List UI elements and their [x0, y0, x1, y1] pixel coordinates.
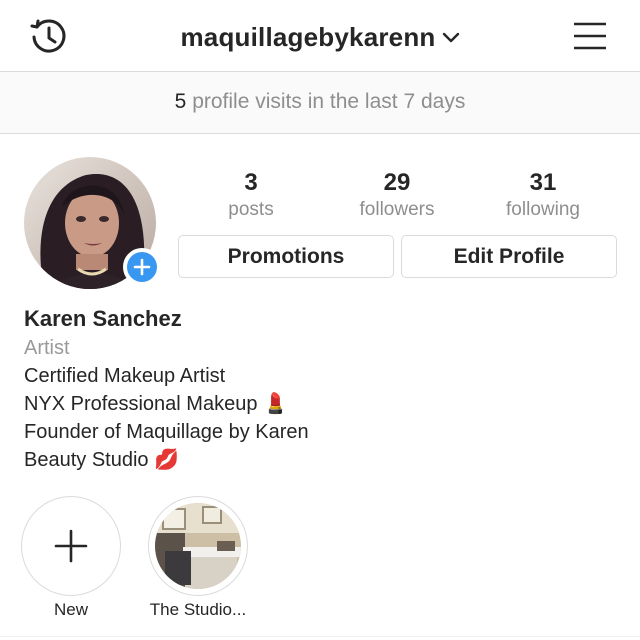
highlight-studio-circle[interactable]	[148, 496, 248, 596]
bio-line: Certified Makeup Artist	[24, 365, 226, 387]
profile-visits-banner[interactable]: 5 profile visits in the last 7 days	[0, 72, 640, 134]
bio-line: Beauty Studio 💋	[24, 449, 179, 471]
bio-line: Founder of Maquillage by Karen	[24, 421, 309, 443]
stat-following-label: following	[506, 199, 580, 220]
bio-line: NYX Professional Makeup 💄	[24, 393, 288, 415]
profile-visits-text: profile visits in the last 7 days	[186, 90, 466, 113]
bio-section: Karen Sanchez Artist Certified Makeup Ar…	[24, 304, 624, 474]
highlight-new-circle[interactable]	[21, 496, 121, 596]
studio-photo	[155, 503, 241, 589]
profile-name: Karen Sanchez	[24, 306, 182, 331]
hamburger-menu-icon[interactable]	[570, 18, 610, 54]
add-story-button[interactable]	[123, 248, 161, 286]
profile-visits-count: 5	[174, 90, 187, 113]
highlight-the-studio[interactable]: The Studio...	[148, 496, 248, 619]
plus-icon	[133, 258, 151, 276]
top-bar: maquillagebykarenn	[0, 0, 640, 72]
highlight-label: The Studio...	[149, 600, 247, 619]
stat-posts-label: posts	[228, 199, 274, 220]
edit-profile-button[interactable]: Edit Profile	[401, 235, 617, 278]
stat-followers-label: followers	[359, 199, 435, 220]
avatar-container[interactable]	[24, 157, 161, 289]
section-divider	[0, 636, 640, 637]
stat-followers-count: 29	[383, 169, 411, 196]
stat-following[interactable]: 31 following	[478, 168, 608, 222]
plus-icon	[54, 529, 88, 563]
account-switcher[interactable]: maquillagebykarenn	[0, 22, 640, 53]
username: maquillagebykarenn	[180, 22, 436, 52]
stat-posts[interactable]: 3 posts	[186, 168, 316, 222]
chevron-down-icon	[442, 31, 460, 49]
stat-following-count: 31	[529, 169, 557, 196]
stat-followers[interactable]: 29 followers	[332, 168, 462, 222]
profile-category: Artist	[24, 337, 70, 359]
stat-posts-count: 3	[244, 169, 258, 196]
highlight-new[interactable]: New	[21, 496, 121, 619]
promotions-button[interactable]: Promotions	[178, 235, 394, 278]
